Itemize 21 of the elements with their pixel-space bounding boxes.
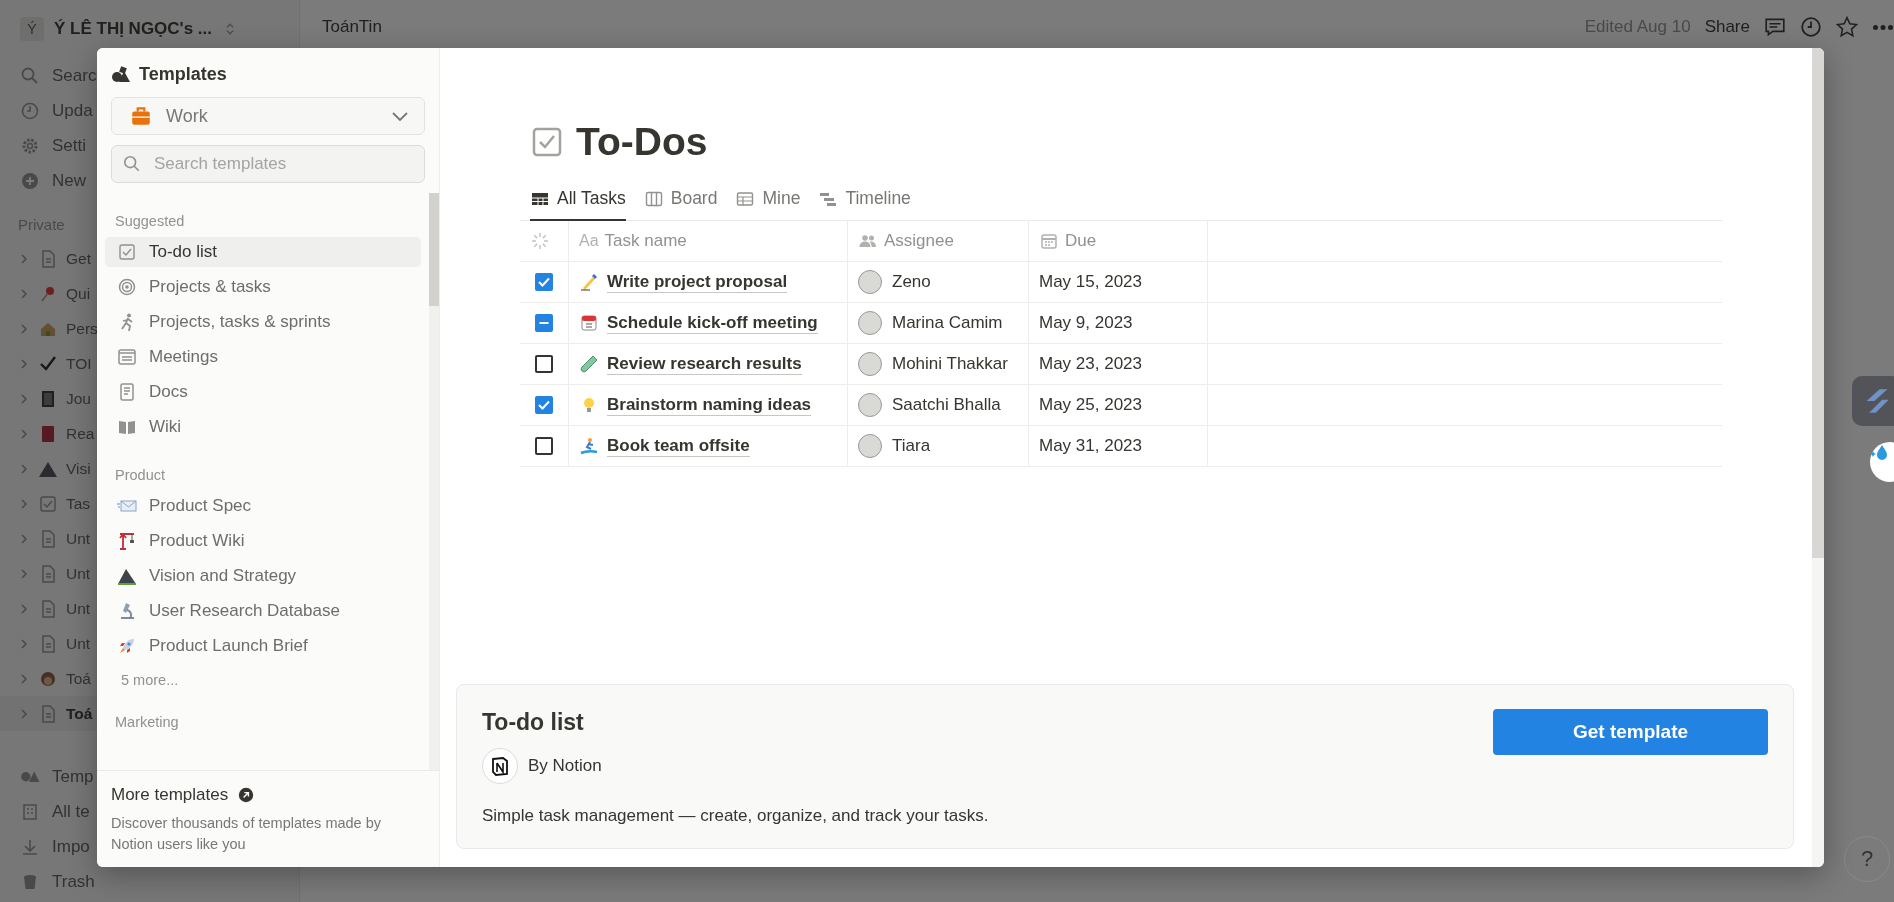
workspace-avatar: Ý bbox=[20, 17, 44, 41]
text-type-icon: Aa bbox=[579, 232, 599, 250]
assignee-name: Zeno bbox=[892, 272, 931, 292]
more-templates-description: Discover thousands of templates made by Notion users like you bbox=[111, 813, 382, 854]
assignee-name: Mohini Thakkar bbox=[892, 354, 1008, 374]
assignee-name: Saatchi Bhalla bbox=[892, 395, 1001, 415]
due-date: May 23, 2023 bbox=[1028, 343, 1208, 385]
due-date: May 31, 2023 bbox=[1028, 425, 1208, 467]
due-date: May 15, 2023 bbox=[1028, 261, 1208, 303]
template-title: To-do list bbox=[482, 709, 585, 736]
assignee-name: Marina Camim bbox=[892, 313, 1003, 333]
group-heading: Product bbox=[114, 466, 166, 485]
page-title: To-Dos bbox=[576, 120, 708, 164]
assignee-name: Tiara bbox=[892, 436, 931, 456]
due-date: May 25, 2023 bbox=[1028, 384, 1208, 426]
due-date: May 9, 2023 bbox=[1028, 302, 1208, 344]
group-heading: Marketing bbox=[114, 713, 180, 732]
template-description: Simple task management — create, organize, and track your tasks. bbox=[482, 806, 990, 826]
author-label: By Notion bbox=[528, 756, 602, 776]
panel-title: Templates bbox=[139, 64, 227, 85]
group-heading: Suggested bbox=[114, 212, 186, 231]
